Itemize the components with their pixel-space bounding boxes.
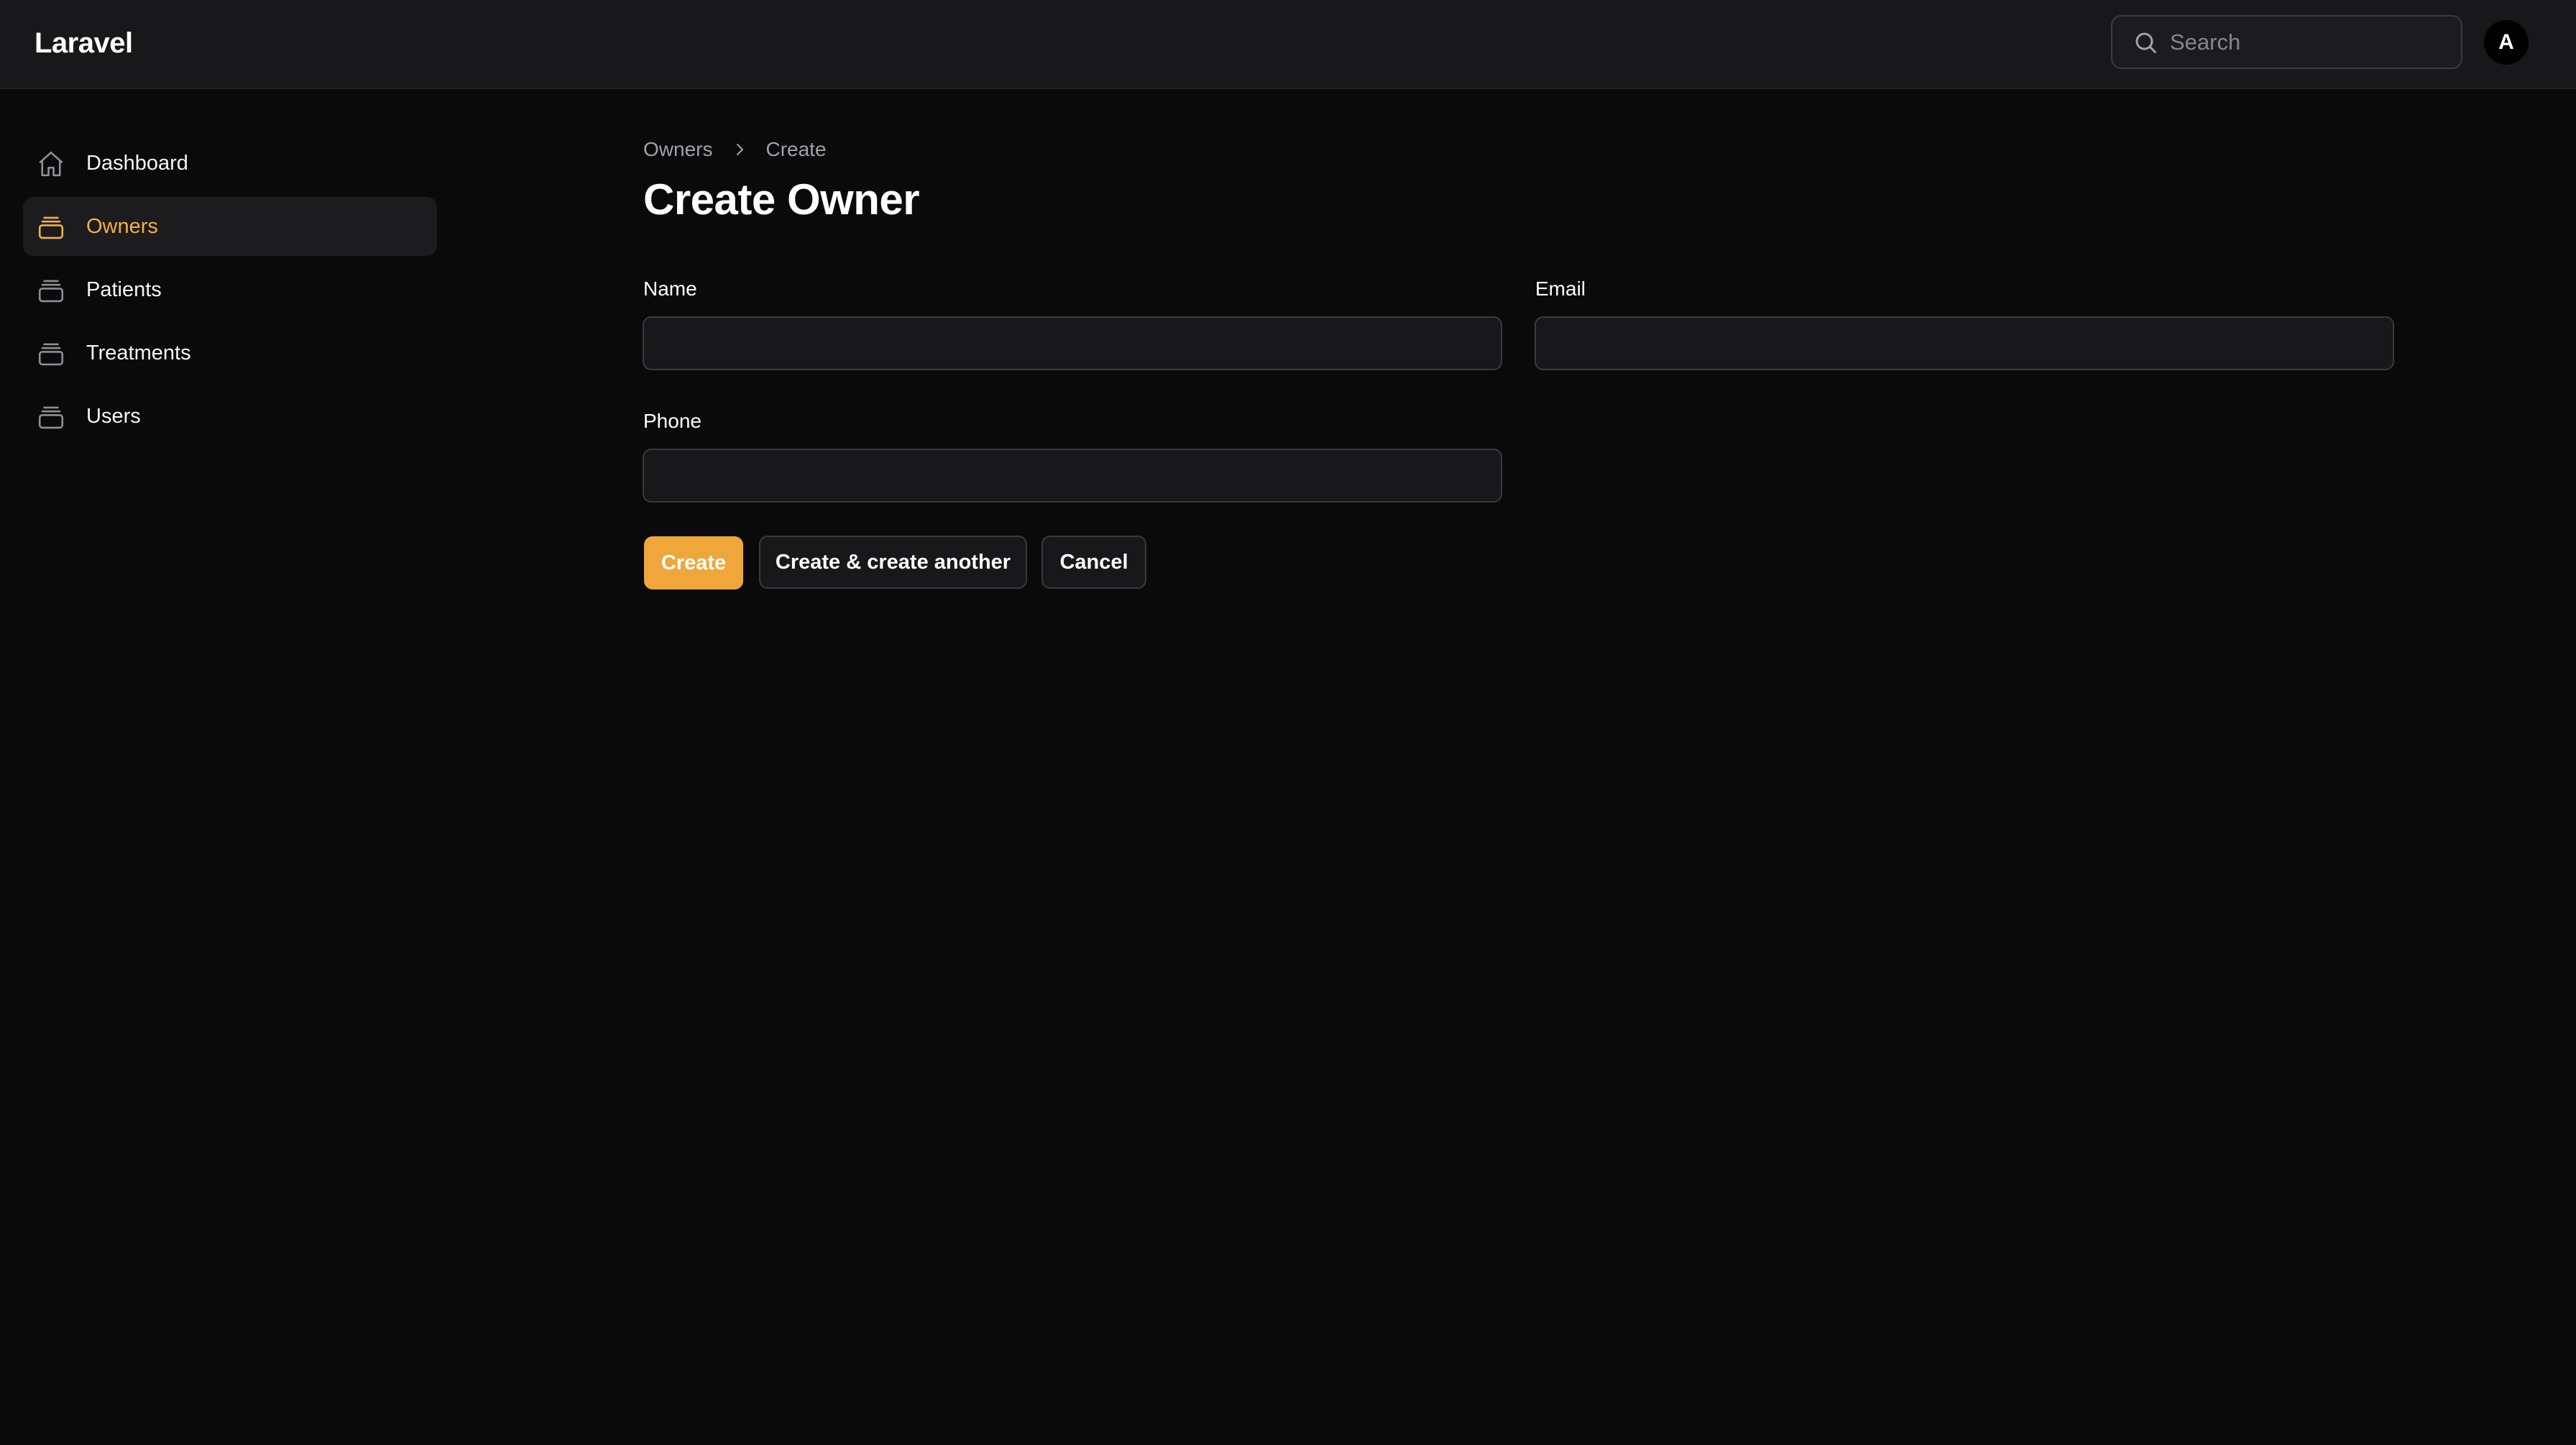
stack-icon (38, 280, 64, 303)
stack-icon (38, 216, 64, 239)
sidebar-item-users[interactable]: Users (23, 387, 437, 446)
create-another-button[interactable]: Create & create another (759, 536, 1027, 589)
sidebar-item-label: Dashboard (86, 151, 188, 175)
page-title: Create Owner (643, 175, 920, 224)
cancel-button[interactable]: Cancel (1041, 536, 1146, 589)
sidebar-item-dashboard[interactable]: Dashboard (23, 134, 437, 193)
name-field[interactable] (643, 316, 1502, 370)
sidebar-item-label: Users (86, 404, 141, 428)
email-label: Email (1535, 277, 1586, 300)
sidebar-item-owners[interactable]: Owners (23, 197, 437, 256)
email-field[interactable] (1535, 316, 2394, 370)
sidebar-item-treatments[interactable]: Treatments (23, 324, 437, 382)
global-search[interactable] (2111, 15, 2462, 69)
name-label: Name (643, 277, 697, 300)
breadcrumb: Owners Create (643, 137, 827, 162)
search-input[interactable] (2170, 17, 2450, 68)
phone-field[interactable] (643, 449, 1502, 503)
sidebar-item-label: Owners (86, 214, 158, 238)
brand-logo[interactable]: Laravel (34, 26, 133, 60)
breadcrumb-create: Create (765, 138, 827, 160)
sidebar-item-patients[interactable]: Patients (23, 260, 437, 319)
create-button[interactable]: Create (644, 536, 743, 590)
phone-label: Phone (643, 410, 702, 432)
search-icon (2135, 32, 2156, 53)
sidebar-item-label: Treatments (86, 341, 191, 364)
sidebar-item-label: Patients (86, 277, 162, 301)
stack-icon (38, 343, 64, 366)
home-icon (39, 151, 63, 177)
stack-icon (38, 406, 64, 429)
chevron-right-icon (737, 144, 744, 155)
top-bar: Laravel A (0, 0, 2576, 89)
sidebar: Dashboard Owners Patients Treatments Use… (23, 134, 437, 450)
breadcrumb-owners-link[interactable]: Owners (643, 138, 712, 161)
user-avatar[interactable]: A (2484, 20, 2529, 65)
